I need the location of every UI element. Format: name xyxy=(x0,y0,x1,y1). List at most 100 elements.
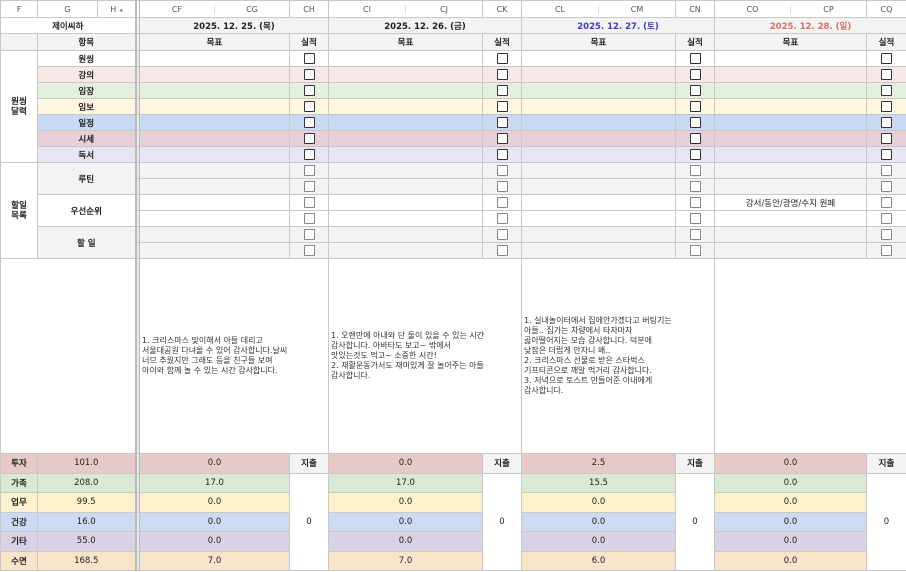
result-cell[interactable] xyxy=(675,66,715,83)
todo-goal-cell[interactable] xyxy=(328,178,483,195)
todo-result-cell[interactable] xyxy=(289,162,329,179)
todo-goal-cell[interactable] xyxy=(139,226,290,243)
todo-goal-cell[interactable] xyxy=(328,194,483,211)
column-header-CN[interactable]: CN xyxy=(675,0,715,18)
result-cell[interactable] xyxy=(289,130,329,147)
expense-value[interactable]: 0 xyxy=(866,472,906,571)
checkbox[interactable] xyxy=(303,85,315,96)
expense-value[interactable]: 0 xyxy=(482,472,522,571)
goal-cell[interactable] xyxy=(328,146,483,163)
result-cell[interactable] xyxy=(675,114,715,131)
gratitude-journal[interactable]: 1. 실내놀이터에서 집에안가겠다고 버팅기는 아들.. 집가는 차량에서 타자… xyxy=(521,258,715,454)
todo-result-cell[interactable] xyxy=(675,210,715,227)
checkbox[interactable] xyxy=(881,133,892,144)
goal-cell[interactable] xyxy=(328,66,483,83)
column-header-CG[interactable]: CG xyxy=(215,5,289,14)
result-cell[interactable] xyxy=(482,50,522,67)
todo-result-cell[interactable] xyxy=(675,226,715,243)
todo-goal-cell[interactable] xyxy=(521,210,676,227)
todo-goal-cell[interactable] xyxy=(328,226,483,243)
checkbox[interactable] xyxy=(881,229,892,240)
result-cell[interactable] xyxy=(675,50,715,67)
todo-goal-cell[interactable] xyxy=(139,162,290,179)
stat-value[interactable]: 0.0 xyxy=(328,531,483,552)
stat-value[interactable]: 0.0 xyxy=(714,472,867,493)
todo-result-cell[interactable] xyxy=(866,242,906,259)
stat-value[interactable]: 6.0 xyxy=(521,550,676,571)
column-header-CM[interactable]: CM xyxy=(599,5,675,14)
column-header-CL[interactable]: CL xyxy=(523,4,599,14)
todo-result-cell[interactable] xyxy=(675,162,715,179)
todo-goal-cell[interactable] xyxy=(328,210,483,227)
result-cell[interactable] xyxy=(866,130,906,147)
todo-goal-cell[interactable] xyxy=(714,178,867,195)
result-cell[interactable] xyxy=(866,146,906,163)
column-header-F[interactable]: F xyxy=(0,0,38,18)
checkbox[interactable] xyxy=(881,85,892,96)
checkbox[interactable] xyxy=(881,117,892,128)
stat-value[interactable]: 0.0 xyxy=(139,492,290,513)
stat-value[interactable]: 0.0 xyxy=(714,511,867,532)
checkbox[interactable] xyxy=(303,229,315,240)
goal-cell[interactable] xyxy=(139,66,290,83)
checkbox[interactable] xyxy=(881,149,892,160)
result-cell[interactable] xyxy=(289,82,329,99)
checkbox[interactable] xyxy=(496,245,508,256)
stat-value[interactable]: 0.0 xyxy=(714,453,867,474)
checkbox[interactable] xyxy=(881,101,892,112)
todo-goal-cell[interactable] xyxy=(714,210,867,227)
goal-cell[interactable] xyxy=(714,146,867,163)
todo-result-cell[interactable] xyxy=(675,194,715,211)
checkbox[interactable] xyxy=(496,229,508,240)
checkbox[interactable] xyxy=(689,149,701,160)
checkbox[interactable] xyxy=(881,181,892,192)
goal-cell[interactable] xyxy=(139,146,290,163)
goal-cell[interactable] xyxy=(328,130,483,147)
todo-goal-cell[interactable] xyxy=(139,242,290,259)
result-cell[interactable] xyxy=(482,130,522,147)
column-header-CQ[interactable]: CQ xyxy=(866,0,906,18)
checkbox[interactable] xyxy=(689,229,701,240)
column-header-CP[interactable]: CP xyxy=(791,5,866,14)
todo-result-cell[interactable] xyxy=(866,210,906,227)
stat-value[interactable]: 7.0 xyxy=(328,550,483,571)
stat-value[interactable]: 17.0 xyxy=(139,472,290,493)
stat-value[interactable]: 0.0 xyxy=(328,511,483,532)
checkbox[interactable] xyxy=(689,53,701,64)
checkbox[interactable] xyxy=(881,165,892,176)
stat-value[interactable]: 0.0 xyxy=(521,511,676,532)
checkbox[interactable] xyxy=(689,245,701,256)
checkbox[interactable] xyxy=(496,213,508,224)
result-cell[interactable] xyxy=(866,66,906,83)
todo-result-cell[interactable] xyxy=(866,162,906,179)
checkbox[interactable] xyxy=(881,53,892,64)
goal-cell[interactable] xyxy=(139,98,290,115)
column-header-CI[interactable]: CI xyxy=(330,4,406,14)
result-cell[interactable] xyxy=(675,130,715,147)
result-cell[interactable] xyxy=(866,82,906,99)
todo-result-cell[interactable] xyxy=(482,226,522,243)
checkbox[interactable] xyxy=(496,69,508,80)
todo-goal-cell[interactable] xyxy=(714,226,867,243)
todo-result-cell[interactable] xyxy=(675,242,715,259)
checkbox[interactable] xyxy=(303,213,315,224)
checkbox[interactable] xyxy=(303,117,315,128)
checkbox[interactable] xyxy=(689,101,701,112)
todo-result-cell[interactable] xyxy=(289,242,329,259)
checkbox[interactable] xyxy=(303,69,315,80)
goal-cell[interactable] xyxy=(521,98,676,115)
todo-goal-cell[interactable] xyxy=(521,178,676,195)
checkbox[interactable] xyxy=(303,181,315,192)
todo-goal-cell[interactable] xyxy=(139,178,290,195)
todo-result-cell[interactable] xyxy=(289,210,329,227)
goal-cell[interactable] xyxy=(328,98,483,115)
goal-cell[interactable] xyxy=(139,82,290,99)
stat-value[interactable]: 7.0 xyxy=(139,550,290,571)
expense-value[interactable]: 0 xyxy=(289,472,329,571)
column-header-pair[interactable]: CF CG xyxy=(139,0,290,18)
checkbox[interactable] xyxy=(689,181,701,192)
checkbox[interactable] xyxy=(689,213,701,224)
result-cell[interactable] xyxy=(289,66,329,83)
checkbox[interactable] xyxy=(496,197,508,208)
checkbox[interactable] xyxy=(303,53,315,64)
